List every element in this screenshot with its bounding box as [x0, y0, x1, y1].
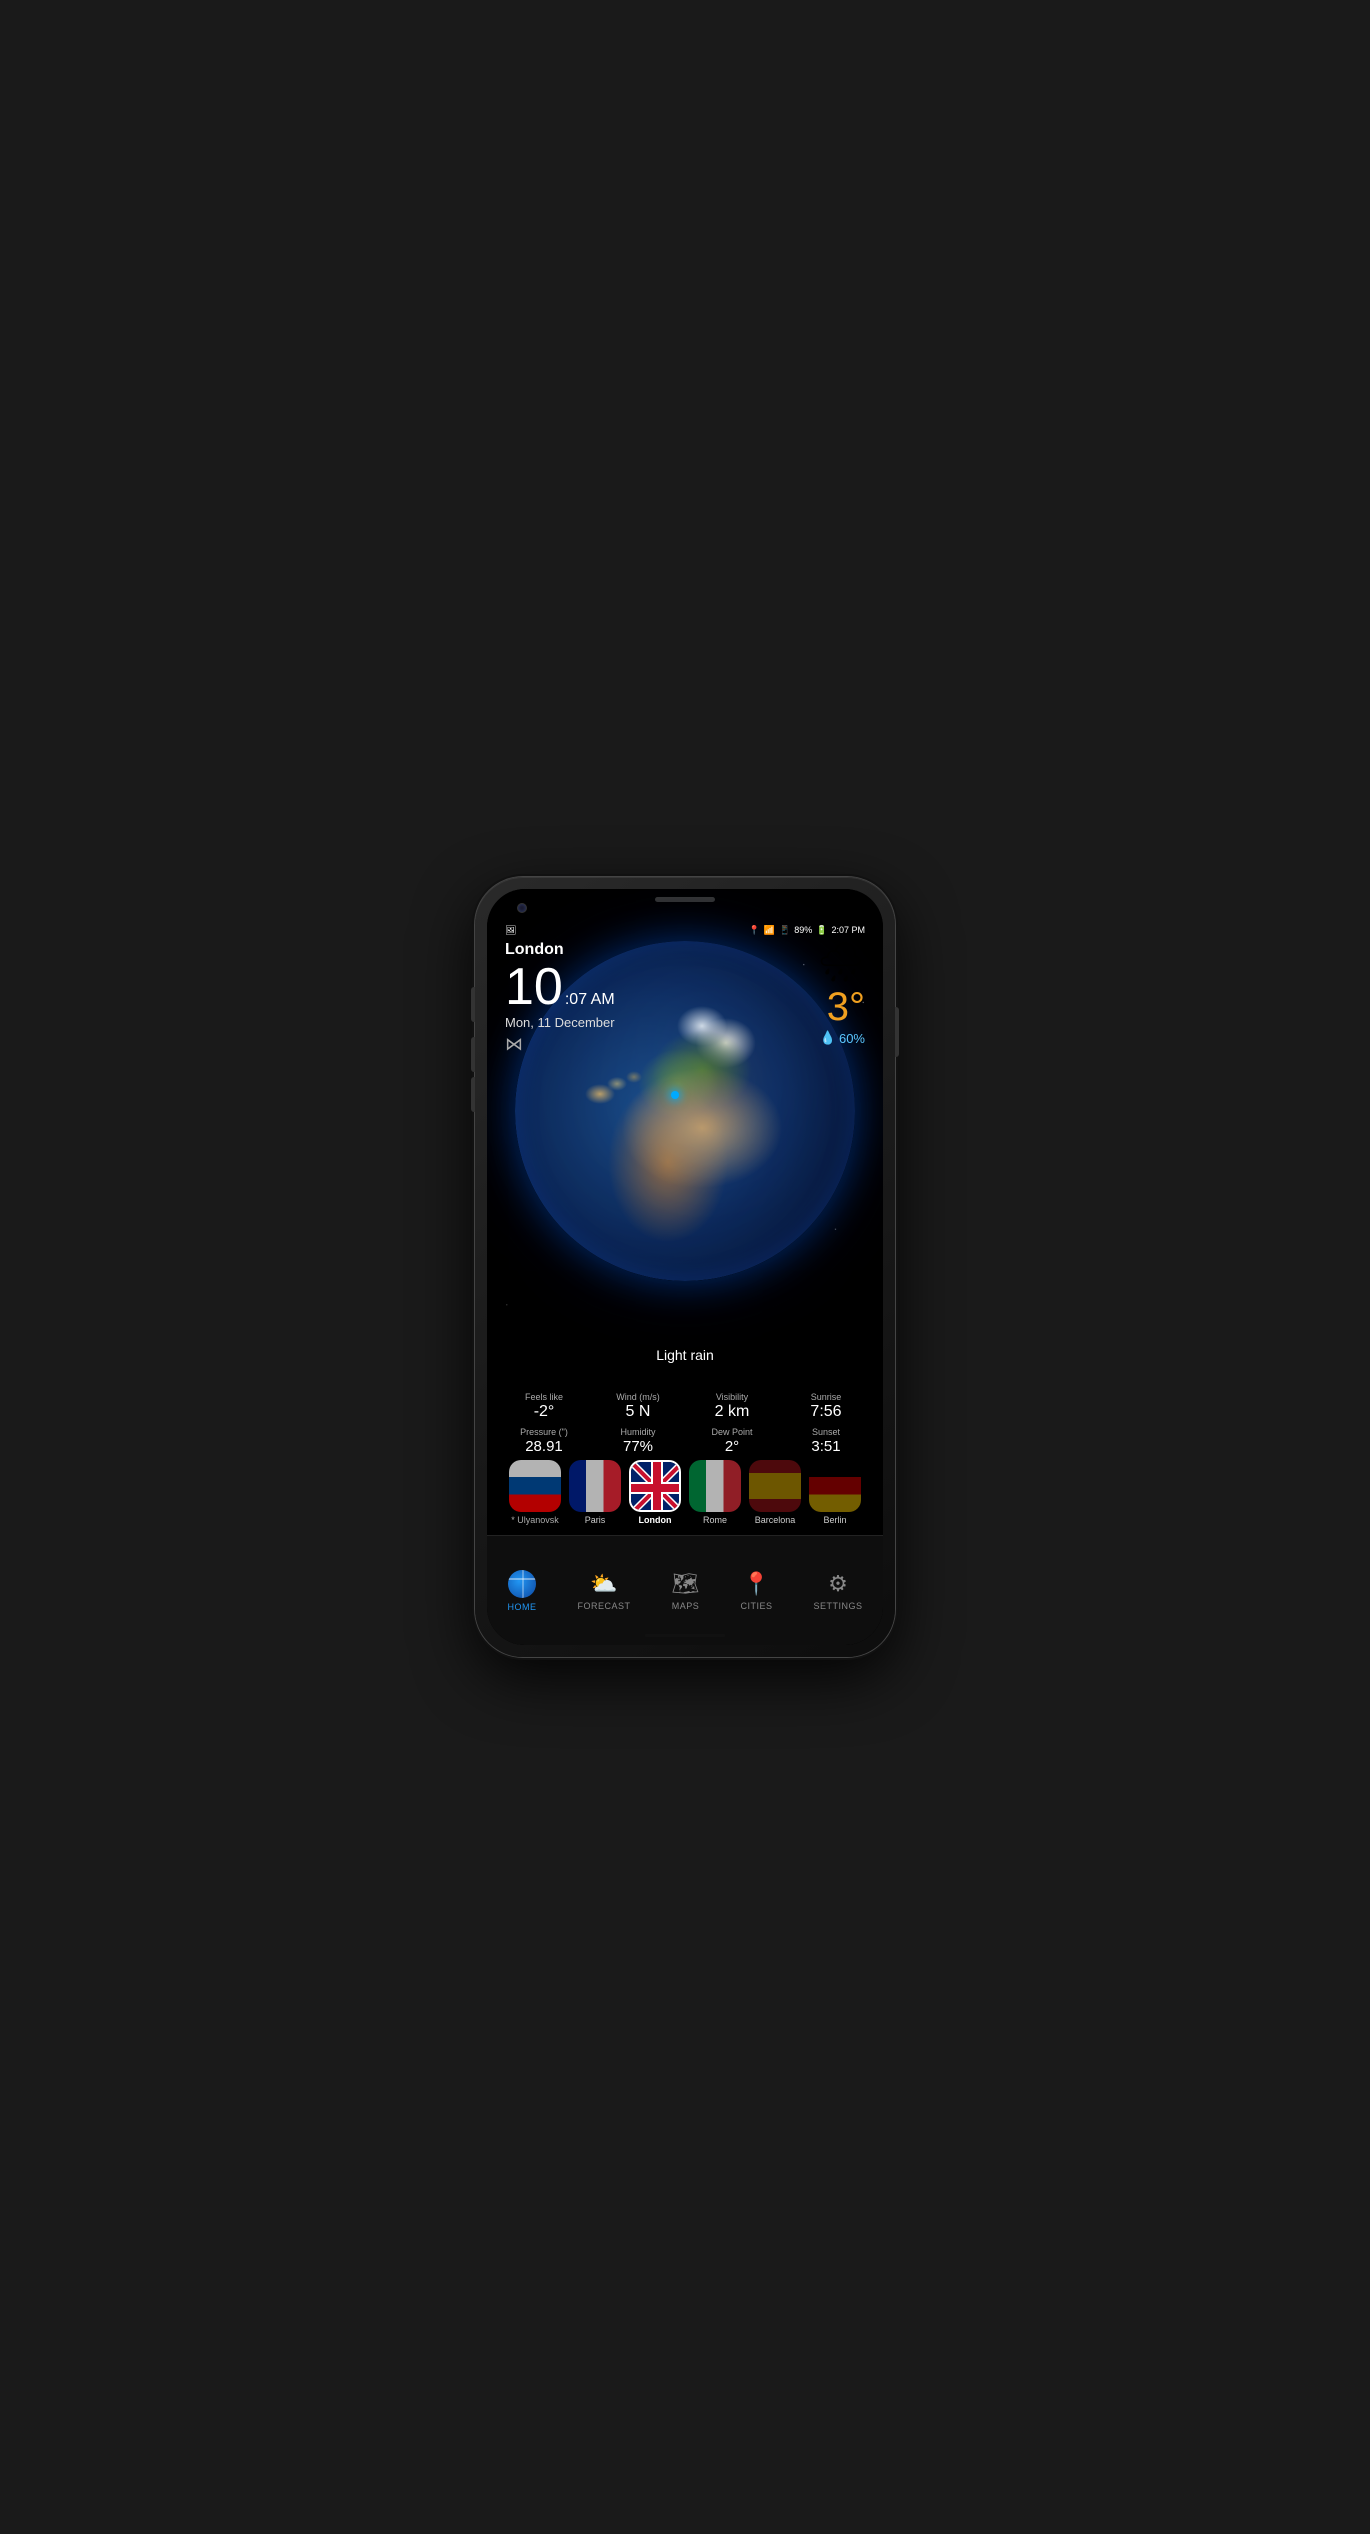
cloud-rain-icon: 🌧	[817, 941, 865, 985]
flag-rome	[689, 1460, 741, 1512]
pressure-value: 28.91	[497, 1438, 591, 1455]
weather-right: 🌧 3° 💧 60%	[817, 941, 865, 1046]
stat-wind: Wind (m/s) 5 N Humidity 77%	[591, 1392, 685, 1455]
flag-ulyanovsk	[509, 1460, 561, 1512]
nav-cities[interactable]: 📍 CITIES	[728, 1563, 784, 1619]
nav-forecast-label: FORECAST	[578, 1601, 631, 1611]
forecast-icon: ⛅	[590, 1571, 617, 1597]
stats-grid: Feels like -2° Pressure (") 28.91 Wind (…	[487, 1392, 883, 1455]
visibility-label: Visibility	[685, 1392, 779, 1402]
status-right: 📍 📶 📱 89% 🔋 2:07 PM	[749, 925, 865, 936]
location-icon: 📍	[749, 925, 760, 936]
signal-icon: 📱	[779, 925, 790, 936]
sunset-value: 3:51	[779, 1438, 873, 1455]
flag-paris	[569, 1460, 621, 1512]
wind-label: Wind (m/s)	[591, 1392, 685, 1402]
nav-settings[interactable]: ⚙ SETTINGS	[801, 1563, 874, 1619]
phone-outer: 🖼 📍 📶 📱 89% 🔋 2:07 PM	[475, 877, 895, 1657]
feels-like-label: Feels like	[497, 1392, 591, 1402]
cities-icon: 📍	[743, 1571, 770, 1597]
location-dot	[671, 1091, 679, 1099]
city-ulyanovsk[interactable]: * Ulyanovsk	[509, 1460, 561, 1525]
wifi-icon: 📶	[764, 925, 775, 936]
stat-feels-like: Feels like -2° Pressure (") 28.91	[497, 1392, 591, 1455]
feels-like-value: -2°	[497, 1403, 591, 1421]
pressure-label: Pressure (")	[497, 1427, 591, 1437]
city-name: London	[505, 941, 615, 959]
city-ulyanovsk-label: * Ulyanovsk	[511, 1515, 559, 1525]
stat-sunrise: Sunrise 7:56 Sunset 3:51	[779, 1392, 873, 1455]
speaker	[655, 897, 715, 902]
city-paris[interactable]: Paris	[569, 1460, 621, 1525]
drop-icon: 💧	[820, 1030, 836, 1046]
clock-time: 2:07 PM	[831, 925, 865, 935]
dew-point-label: Dew Point	[685, 1427, 779, 1437]
humidity-label: Humidity	[591, 1427, 685, 1437]
battery-text: 89%	[794, 925, 812, 935]
weather-condition: Light rain	[487, 1347, 883, 1363]
home-globe-icon	[508, 1570, 536, 1598]
flag-berlin	[809, 1460, 861, 1512]
date-display: Mon, 11 December	[505, 1015, 615, 1030]
phone-inner: 🖼 📍 📶 📱 89% 🔋 2:07 PM	[487, 889, 883, 1645]
sunset-label: Sunset	[779, 1427, 873, 1437]
status-bar: 🖼 📍 📶 📱 89% 🔋 2:07 PM	[487, 919, 883, 941]
city-berlin[interactable]: Berlin	[809, 1460, 861, 1525]
stat-visibility: Visibility 2 km Dew Point 2°	[685, 1392, 779, 1455]
city-london[interactable]: London	[629, 1460, 681, 1525]
city-rome[interactable]: Rome	[689, 1460, 741, 1525]
weather-header: London 10 :07 AM Mon, 11 December	[505, 941, 615, 1030]
placeholder-icon: 🖼	[505, 925, 516, 936]
visibility-value: 2 km	[685, 1403, 779, 1421]
maps-icon: 🗺	[672, 1571, 700, 1597]
nav-home[interactable]: HOME	[496, 1562, 549, 1620]
sunrise-value: 7:56	[779, 1403, 873, 1421]
precipitation-value: 60%	[839, 1031, 865, 1046]
time-small: :07 AM	[565, 991, 615, 1009]
city-barcelona-label: Barcelona	[755, 1515, 796, 1525]
nav-forecast[interactable]: ⛅ FORECAST	[566, 1563, 643, 1619]
city-rome-label: Rome	[703, 1515, 727, 1525]
nav-home-label: HOME	[508, 1602, 537, 1612]
city-paris-label: Paris	[585, 1515, 606, 1525]
nav-cities-label: CITIES	[740, 1601, 772, 1611]
temperature-main: 3°	[827, 987, 865, 1027]
city-london-label: London	[639, 1515, 672, 1525]
battery-icon: 🔋	[816, 925, 827, 936]
nav-maps[interactable]: 🗺 MAPS	[660, 1563, 712, 1619]
sunrise-label: Sunrise	[779, 1392, 873, 1402]
status-left: 🖼	[505, 925, 518, 936]
cities-row: * Ulyanovsk Paris	[487, 1460, 883, 1525]
city-barcelona[interactable]: Barcelona	[749, 1460, 801, 1525]
wind-value: 5 N	[591, 1403, 685, 1421]
camera	[517, 903, 527, 913]
humidity-value: 77%	[591, 1438, 685, 1455]
city-berlin-label: Berlin	[823, 1515, 846, 1525]
nav-settings-label: SETTINGS	[813, 1601, 862, 1611]
time-display: 10 :07 AM	[505, 961, 615, 1013]
flag-london	[629, 1460, 681, 1512]
bottom-nav: HOME ⛅ FORECAST 🗺 MAPS 📍 CITIES ⚙ SETTIN…	[487, 1535, 883, 1645]
time-big: 10	[505, 961, 563, 1013]
flag-barcelona	[749, 1460, 801, 1512]
share-button[interactable]: ⋈	[505, 1034, 523, 1055]
precipitation-row: 💧 60%	[820, 1030, 865, 1046]
screen-content: 🖼 📍 📶 📱 89% 🔋 2:07 PM	[487, 889, 883, 1645]
settings-icon: ⚙	[828, 1571, 848, 1597]
dew-point-value: 2°	[685, 1438, 779, 1455]
nav-maps-label: MAPS	[672, 1601, 700, 1611]
